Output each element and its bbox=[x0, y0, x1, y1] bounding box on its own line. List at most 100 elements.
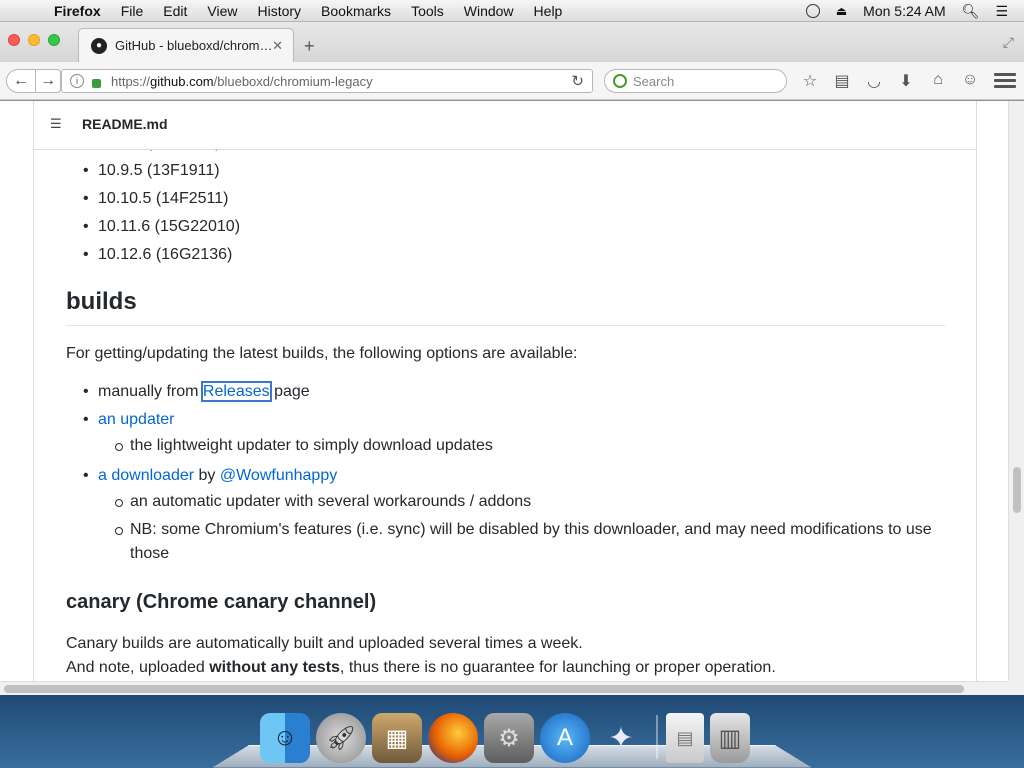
reading-list-icon[interactable]: ▤ bbox=[826, 71, 858, 91]
url-host: github.com bbox=[150, 73, 214, 89]
search-placeholder: Search bbox=[633, 73, 675, 89]
menu-app-firefox[interactable]: Firefox bbox=[54, 3, 101, 19]
launchpad-icon[interactable]: 🚀︎ bbox=[316, 713, 366, 763]
url-text[interactable]: https://github.com/blueboxd/chromium-leg… bbox=[111, 74, 373, 89]
menu-window[interactable]: Window bbox=[464, 3, 514, 19]
canary-heading: canary (Chrome canary channel) bbox=[66, 591, 377, 613]
menu-edit[interactable]: Edit bbox=[163, 3, 187, 19]
page-content: ☰ README.md 10.8.5 (12F2560) 10.9.5 (13F… bbox=[0, 101, 1008, 681]
desktop-background: ☺ 🚀︎ ▦ ⚙ A ✦ ▤ ▥ bbox=[0, 695, 1024, 768]
url-path: /blueboxd/chromium-legacy bbox=[213, 73, 373, 89]
time-machine-icon[interactable] bbox=[805, 4, 820, 18]
url-bar[interactable]: i https://github.com/blueboxd/chromium-l… bbox=[61, 69, 593, 93]
table-of-contents-icon[interactable]: ☰ bbox=[50, 116, 66, 132]
author-link[interactable]: @Wowfunhappy bbox=[220, 467, 337, 484]
arrow-left-icon: ← bbox=[13, 72, 29, 89]
canary-note-suffix: , thus there is no guarantee for launchi… bbox=[339, 659, 776, 676]
home-icon[interactable]: ⌂ bbox=[922, 71, 954, 91]
tab-github[interactable]: ● GitHub - blueboxd/chrom… ✕ bbox=[78, 28, 294, 62]
arrow-right-icon: → bbox=[40, 72, 56, 89]
list-item: 10.9.5 (13F1911) bbox=[66, 157, 946, 185]
document-icon[interactable]: ▤ bbox=[666, 713, 704, 763]
releases-link[interactable]: Releases bbox=[200, 381, 272, 402]
builds-intro: For getting/updating the latest builds, … bbox=[66, 345, 578, 362]
url-prefix: https:// bbox=[111, 73, 151, 89]
tab-close-icon[interactable]: ✕ bbox=[272, 38, 283, 54]
window-minimize-button[interactable] bbox=[28, 34, 40, 46]
builds-heading: builds bbox=[66, 287, 946, 326]
menubar-clock[interactable]: Mon 5:24 AM bbox=[863, 3, 946, 19]
list-item-downloader: a downloader by @Wowfunhappy bbox=[66, 462, 946, 490]
search-bar[interactable]: Search bbox=[604, 69, 787, 93]
app-store-icon[interactable]: A bbox=[540, 713, 590, 763]
list-item: 10.11.6 (15G22010) bbox=[66, 213, 946, 241]
search-icon[interactable]: 🔍︎ bbox=[962, 3, 980, 20]
lock-icon bbox=[92, 78, 101, 88]
wizard-icon[interactable]: ✦ bbox=[596, 713, 646, 763]
scroll-corner bbox=[1008, 681, 1024, 695]
list-item-updater: an updater bbox=[66, 406, 946, 434]
manual-prefix: manually from bbox=[98, 383, 203, 400]
toolbar-icons: ☆ ▤ ◡ ⬇ ⌂ ☺ bbox=[794, 71, 986, 91]
pocket-icon[interactable]: ◡ bbox=[858, 71, 890, 91]
trash-icon[interactable]: ▥ bbox=[710, 713, 750, 763]
version-list: 10.8.5 (12F2560) 10.9.5 (13F1911) 10.10.… bbox=[66, 129, 946, 269]
manual-suffix: page bbox=[269, 383, 310, 400]
menu-tools[interactable]: Tools bbox=[411, 3, 444, 19]
tab-bar: ● GitHub - blueboxd/chrom… ✕ + ⤢ bbox=[0, 22, 1024, 62]
canary-note: And note, uploaded without any tests, th… bbox=[66, 656, 946, 680]
dock: ☺ 🚀︎ ▦ ⚙ A ✦ ▤ ▥ bbox=[260, 703, 756, 763]
bookmark-star-icon[interactable]: ☆ bbox=[794, 71, 826, 91]
forward-button[interactable]: → bbox=[35, 69, 61, 93]
canary-paragraph: Canary builds are automatically built an… bbox=[66, 635, 583, 652]
system-preferences-icon[interactable]: ⚙ bbox=[484, 713, 534, 763]
sub-list-item: NB: some Chromium's features (i.e. sync)… bbox=[66, 518, 946, 566]
list-item-manual: manually from Releases page bbox=[66, 378, 946, 406]
menu-view[interactable]: View bbox=[207, 3, 237, 19]
list-item: 10.10.5 (14F2511) bbox=[66, 185, 946, 213]
window-close-button[interactable] bbox=[8, 34, 20, 46]
tab-title: GitHub - blueboxd/chrom… bbox=[115, 38, 273, 53]
sub-list-item: the lightweight updater to simply downlo… bbox=[66, 434, 946, 458]
sub-list-item: an automatic updater with several workar… bbox=[66, 490, 946, 514]
list-item: 10.12.6 (16G2136) bbox=[66, 241, 946, 269]
new-tab-button[interactable]: + bbox=[304, 36, 315, 57]
fullscreen-icon[interactable]: ⤢ bbox=[1003, 34, 1014, 51]
navigation-toolbar: ← → i https://github.com/blueboxd/chromi… bbox=[0, 62, 1024, 100]
mac-menubar: Firefox File Edit View History Bookmarks… bbox=[0, 0, 1024, 22]
menu-help[interactable]: Help bbox=[534, 3, 563, 19]
chat-icon[interactable]: ☺ bbox=[954, 71, 986, 91]
downloader-by: by bbox=[194, 467, 220, 484]
horizontal-scroll-thumb[interactable] bbox=[4, 685, 964, 693]
horizontal-scrollbar[interactable] bbox=[0, 681, 1008, 695]
builds-options-list: manually from Releases page an updater t… bbox=[66, 378, 946, 566]
canary-note-prefix: And note, uploaded bbox=[66, 659, 210, 676]
canary-note-bold: without any tests bbox=[209, 659, 340, 676]
vertical-scroll-thumb[interactable] bbox=[1013, 467, 1021, 513]
reload-icon[interactable]: ↻ bbox=[571, 72, 584, 90]
window-controls bbox=[8, 34, 68, 46]
hamburger-menu-icon[interactable] bbox=[994, 70, 1016, 92]
firefox-icon[interactable] bbox=[428, 713, 478, 763]
search-engine-icon[interactable] bbox=[613, 74, 627, 88]
downloader-link[interactable]: a downloader bbox=[98, 467, 194, 484]
back-button[interactable]: ← bbox=[6, 69, 36, 93]
readme-header: ☰ README.md bbox=[34, 101, 976, 150]
menu-bookmarks[interactable]: Bookmarks bbox=[321, 3, 391, 19]
downloads-icon[interactable]: ⬇ bbox=[890, 71, 922, 91]
window-zoom-button[interactable] bbox=[48, 34, 60, 46]
eject-icon[interactable]: ⏏ bbox=[836, 4, 847, 18]
github-favicon-icon: ● bbox=[91, 37, 107, 54]
markdown-body: 10.8.5 (12F2560) 10.9.5 (13F1911) 10.10.… bbox=[66, 129, 946, 680]
notification-list-icon[interactable]: ☰ bbox=[995, 3, 1008, 20]
vertical-scrollbar[interactable] bbox=[1008, 101, 1024, 681]
readme-filename: README.md bbox=[82, 116, 168, 132]
menu-file[interactable]: File bbox=[121, 3, 144, 19]
finder-icon[interactable]: ☺ bbox=[260, 713, 310, 763]
preview-icon[interactable]: ▦ bbox=[372, 713, 422, 763]
menu-history[interactable]: History bbox=[257, 3, 301, 19]
site-info-icon[interactable]: i bbox=[70, 74, 84, 88]
dock-separator bbox=[656, 715, 658, 759]
readme-card: ☰ README.md 10.8.5 (12F2560) 10.9.5 (13F… bbox=[33, 101, 977, 681]
updater-link[interactable]: an updater bbox=[98, 411, 175, 428]
